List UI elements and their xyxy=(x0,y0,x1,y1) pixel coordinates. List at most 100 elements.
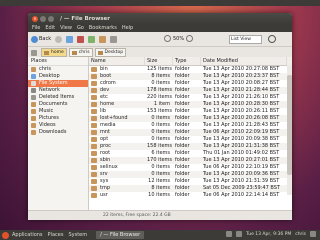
back-arrow-icon xyxy=(31,35,38,43)
column-date[interactable]: Date Modified xyxy=(201,57,287,65)
back-button[interactable]: Back xyxy=(31,35,51,43)
forward-arrow-icon[interactable] xyxy=(55,35,63,43)
sidebar-header[interactable]: Places xyxy=(28,57,88,66)
table-row[interactable]: srv 0 items folder Tue 13 Apr 2010 20:09:36… xyxy=(89,171,292,178)
folder-icon xyxy=(91,165,97,170)
file-size-cell: 0 items xyxy=(151,164,170,170)
menu-go[interactable]: Go xyxy=(77,25,84,31)
user-name[interactable]: chris xyxy=(295,232,306,237)
file-size-cell: 0 items xyxy=(151,171,170,177)
folder-icon xyxy=(97,50,103,55)
search-icon[interactable] xyxy=(268,35,276,43)
folder-icon xyxy=(91,158,97,163)
crumb-home[interactable]: home xyxy=(41,48,67,57)
up-arrow-icon[interactable] xyxy=(66,35,74,43)
sidebar-item-deleted-items[interactable]: Deleted Items xyxy=(28,94,88,101)
zoom-in-icon[interactable] xyxy=(186,35,194,42)
table-row[interactable]: selinux 0 items folder Tue 06 Apr 2010 22:1… xyxy=(89,164,292,171)
table-row[interactable]: media 0 items folder Tue 13 Apr 2010 21:28:… xyxy=(89,122,292,129)
table-row[interactable]: opt 0 items folder Tue 13 Apr 2010 20:09:38… xyxy=(89,136,292,143)
file-type-cell: folder xyxy=(175,80,190,86)
network-status-icon[interactable] xyxy=(226,231,233,237)
file-type-cell: folder xyxy=(175,94,190,100)
stop-icon[interactable] xyxy=(77,35,85,43)
scrollbar[interactable] xyxy=(287,65,292,195)
menu-edit[interactable]: Edit xyxy=(45,25,55,31)
column-size[interactable]: Size xyxy=(145,57,173,65)
file-date-cell: Tue 06 Apr 2010 22:14:14 BST xyxy=(203,192,280,198)
column-headers: Name Size Type Date Modified xyxy=(89,57,292,66)
file-date-cell: Tue 13 Apr 2010 20:28:30 BST xyxy=(203,101,280,107)
menu-help[interactable]: Help xyxy=(122,25,133,31)
table-row[interactable]: etc 220 items folder Tue 13 Apr 2010 21:26:… xyxy=(89,94,292,101)
sidebar-item-desktop[interactable]: Desktop xyxy=(28,73,88,80)
zoom-out-icon[interactable] xyxy=(164,35,171,42)
menu-bookmarks[interactable]: Bookmarks xyxy=(89,25,117,31)
file-date-cell: Sat 05 Dec 2009 23:59:47 BST xyxy=(203,185,280,191)
table-row[interactable]: dev 178 items folder Tue 13 Apr 2010 21:28:… xyxy=(89,87,292,94)
table-row[interactable]: home 1 item folder Tue 13 Apr 2010 20:28:30… xyxy=(89,101,292,108)
sidebar-item-documents[interactable]: Documents xyxy=(28,101,88,108)
table-row[interactable]: sbin 170 items folder Tue 13 Apr 2010 20:27… xyxy=(89,157,292,164)
minimize-button[interactable] xyxy=(40,15,46,22)
sidebar-item-chris[interactable]: chris xyxy=(28,66,88,73)
home-icon[interactable] xyxy=(99,35,107,43)
close-button[interactable]: × xyxy=(32,15,38,22)
zoom-level: 50% xyxy=(173,35,185,42)
table-row[interactable]: lost+found 0 items folder Tue 13 Apr 2010 2… xyxy=(89,115,292,122)
menu-system[interactable]: System xyxy=(68,232,87,238)
reload-icon[interactable] xyxy=(88,35,96,43)
sidebar-item-downloads[interactable]: Downloads xyxy=(28,129,88,136)
edit-location-icon[interactable] xyxy=(31,49,37,56)
file-size-cell: 170 items xyxy=(147,157,173,163)
table-row[interactable]: bin 125 items folder Tue 13 Apr 2010 20:27:… xyxy=(89,66,292,73)
crumb-chris[interactable]: chris xyxy=(68,48,93,57)
file-type-cell: folder xyxy=(175,129,190,135)
column-name[interactable]: Name xyxy=(89,57,145,65)
file-type-cell: folder xyxy=(175,66,190,72)
sidebar-item-videos[interactable]: Videos xyxy=(28,122,88,129)
folder-icon xyxy=(91,116,97,121)
status-text: 22 items, Free space: 22.4 GB xyxy=(103,213,171,218)
file-type-cell: folder xyxy=(175,122,190,128)
table-row[interactable]: root 6 items folder Thu 01 Jan 2010 01:49:0… xyxy=(89,150,292,157)
pictures-folder-icon xyxy=(31,116,36,121)
clock[interactable]: Tue 13 Apr, 9:36 PM xyxy=(246,232,291,237)
scrollbar-thumb[interactable] xyxy=(287,75,292,175)
table-row[interactable]: boot 8 items folder Tue 13 Apr 2010 20:23:3… xyxy=(89,73,292,80)
file-size-cell: 8 items xyxy=(151,73,170,79)
file-size-cell: 1 item xyxy=(153,101,170,107)
menu-applications[interactable]: Applications xyxy=(12,232,43,238)
table-row[interactable]: lib 153 items folder Tue 13 Apr 2010 20:26:… xyxy=(89,108,292,115)
table-row[interactable]: sys 12 items folder Tue 13 Apr 2010 21:31:3… xyxy=(89,178,292,185)
table-row[interactable]: proc 158 items folder Tue 13 Apr 2010 21:31… xyxy=(89,143,292,150)
maximize-button[interactable] xyxy=(48,15,54,22)
power-icon[interactable] xyxy=(310,231,316,237)
file-list: Name Size Type Date Modified bin 125 item… xyxy=(89,57,292,210)
table-row[interactable]: cdrom 0 items folder Tue 13 Apr 2010 20:08:… xyxy=(89,80,292,87)
network-icon xyxy=(31,88,36,93)
sidebar-item-file-system[interactable]: File System xyxy=(28,80,88,87)
table-row[interactable]: mnt 0 items folder Tue 06 Apr 2010 22:09:19… xyxy=(89,129,292,136)
sidebar-item-music[interactable]: Music xyxy=(28,108,88,115)
computer-icon[interactable] xyxy=(110,35,118,43)
ubuntu-logo-icon[interactable] xyxy=(2,231,9,239)
sidebar-item-pictures[interactable]: Pictures xyxy=(28,115,88,122)
file-name-cell: lib xyxy=(89,108,145,115)
desktop-icon xyxy=(31,74,36,79)
menu-places[interactable]: Places xyxy=(48,232,64,238)
file-date-cell: Thu 01 Jan 2010 01:49:02 BST xyxy=(203,150,280,156)
menu-file[interactable]: File xyxy=(32,25,40,31)
top-panel xyxy=(0,0,320,6)
column-type[interactable]: Type xyxy=(173,57,201,65)
sidebar-item-network[interactable]: Network xyxy=(28,87,88,94)
menu-view[interactable]: View xyxy=(60,25,72,31)
volume-icon[interactable] xyxy=(236,231,243,237)
table-row[interactable]: tmp 8 items folder Sat 05 Dec 2009 23:59:47… xyxy=(89,185,292,192)
crumb-desktop[interactable]: Desktop xyxy=(94,48,127,57)
table-row[interactable]: usr 10 items folder Tue 06 Apr 2010 22:14:1… xyxy=(89,192,292,199)
file-name-cell: srv xyxy=(89,171,145,178)
taskbar-window-button[interactable]: / — File Browser xyxy=(96,231,145,239)
view-mode-select[interactable]: List View xyxy=(229,35,262,44)
folder-icon xyxy=(91,81,97,86)
